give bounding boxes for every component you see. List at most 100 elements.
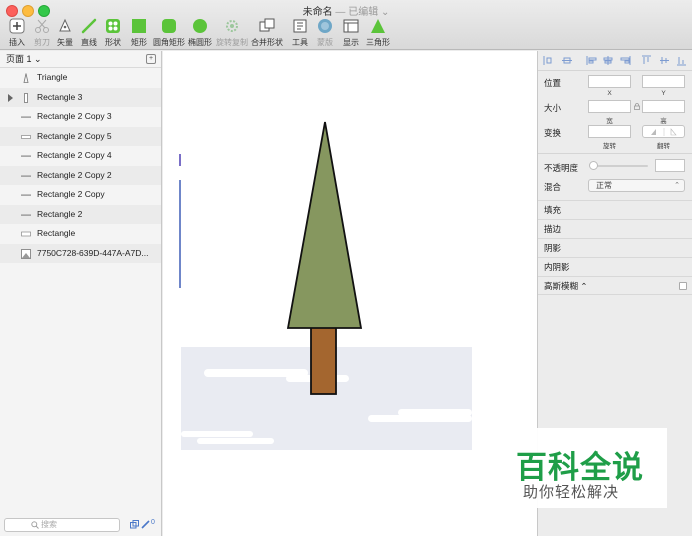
height-label: 高	[660, 118, 667, 125]
border-label: 描边	[544, 224, 562, 234]
line-icon	[21, 214, 31, 216]
lock-ratio-icon[interactable]	[634, 103, 640, 110]
divider	[538, 153, 692, 154]
flip-icon	[651, 128, 677, 136]
width-label: 宽	[606, 118, 613, 125]
document-title: 未命名 — 已编辑 ⌄	[0, 3, 692, 18]
flip-label: 翻转	[657, 143, 670, 150]
add-page-button[interactable]: +	[146, 54, 156, 64]
layer-label: Rectangle 2	[37, 208, 83, 219]
opacity-input[interactable]	[655, 159, 685, 172]
rectangle-icon	[132, 19, 146, 33]
snow-streak[interactable]	[197, 438, 274, 444]
rounded-rectangle-icon	[162, 19, 176, 33]
artboard-drawing	[179, 121, 472, 450]
disclosure-arrow-icon[interactable]	[8, 93, 13, 102]
opacity-slider-track[interactable]	[592, 165, 648, 167]
x-position-input[interactable]	[588, 75, 631, 88]
rotation-input[interactable]	[588, 125, 631, 138]
line-icon	[21, 194, 31, 196]
copy-layer-icon[interactable]	[130, 520, 139, 529]
blend-mode-value: 正常	[596, 181, 612, 190]
inner-shadow-label: 内阴影	[544, 262, 570, 272]
shadow-label: 阴影	[544, 243, 562, 253]
line-icon	[21, 116, 31, 118]
layer-label: Rectangle 3	[37, 91, 83, 102]
layer-label: Rectangle 2 Copy 2	[37, 169, 112, 180]
layer-row-rectangle-2-copy-4[interactable]: Rectangle 2 Copy 4	[0, 146, 161, 166]
display-icon	[343, 19, 359, 33]
layer-row-rectangle-3[interactable]: Rectangle 3	[0, 87, 161, 107]
rect-thin-icon	[21, 231, 31, 237]
layer-list: Triangle Rectangle 3 Rectangle 2 Copy 3 …	[0, 68, 161, 263]
x-label: X	[607, 90, 612, 97]
line-icon	[81, 18, 97, 34]
layer-row-triangle[interactable]: Triangle	[0, 68, 161, 88]
line-icon	[21, 155, 31, 157]
mask-icon	[318, 19, 332, 33]
tree-trunk[interactable]	[310, 325, 337, 395]
blend-mode-select[interactable]: 正常 ⌃	[588, 179, 685, 192]
width-input[interactable]	[588, 100, 631, 113]
selection-edge[interactable]	[179, 180, 181, 288]
triangle-tool[interactable]: 三角形	[361, 18, 395, 48]
search-placeholder: 搜索	[41, 520, 57, 529]
selection-handle[interactable]	[179, 154, 181, 166]
opacity-slider-knob[interactable]	[589, 161, 598, 170]
snow-streak[interactable]	[368, 415, 472, 422]
document-name: 未命名	[302, 7, 333, 18]
layer-label: Rectangle 2 Copy 5	[37, 130, 112, 141]
blend-label: 混合	[544, 182, 562, 192]
layer-label: Rectangle 2 Copy 3	[37, 111, 112, 121]
size-label: 大小	[544, 103, 562, 113]
plus-icon	[9, 18, 25, 34]
fill-label: 填充	[544, 205, 562, 215]
opacity-label: 不透明度	[544, 163, 579, 173]
layer-row-rectangle-2[interactable]: Rectangle 2	[0, 204, 161, 224]
watermark-logo: 百科全说 助你轻松解决	[506, 428, 667, 508]
tree-triangle[interactable]	[286, 121, 363, 329]
pen-icon	[59, 18, 71, 32]
layer-row-rectangle[interactable]: Rectangle	[0, 224, 161, 244]
title-bar: 未命名 — 已编辑 ⌄ 插入 剪刀 矢量 直线 形状 矩形 圆角矩形 椭圆形 旋…	[0, 0, 692, 50]
height-input[interactable]	[642, 100, 685, 113]
position-label: 位置	[544, 78, 562, 88]
layer-label: Rectangle 2 Copy 4	[37, 150, 112, 160]
y-position-input[interactable]	[642, 75, 685, 88]
page-selector[interactable]: 页面 1 ⌄ +	[0, 51, 161, 68]
flip-buttons[interactable]	[642, 125, 685, 138]
search-icon	[31, 521, 39, 529]
transform-label: 变换	[544, 128, 562, 138]
layer-row-rectangle-2-copy-2[interactable]: Rectangle 2 Copy 2	[0, 165, 161, 185]
alignment-icons[interactable]	[542, 55, 690, 66]
snow-streak[interactable]	[398, 409, 472, 416]
rect-thin-icon	[21, 134, 31, 139]
line-icon	[21, 175, 31, 177]
slice-knife-icon[interactable]	[141, 520, 150, 529]
layer-search-input[interactable]: 搜索	[4, 518, 120, 532]
design-canvas[interactable]	[163, 51, 537, 536]
layer-row-rectangle-2-copy[interactable]: Rectangle 2 Copy	[0, 185, 161, 205]
layer-label: Rectangle	[37, 228, 76, 238]
combine-shapes-icon	[259, 18, 275, 32]
triangle-label: 三角形	[366, 38, 390, 47]
page-name[interactable]: 页面 1 ⌄	[6, 54, 42, 64]
layer-row-rectangle-2-copy-3[interactable]: Rectangle 2 Copy 3	[0, 107, 161, 127]
gaussian-blur-checkbox[interactable]	[679, 282, 687, 290]
layer-label: Triangle	[37, 72, 68, 82]
layer-row-image[interactable]: 7750C728-639D-447A-A7D...	[0, 243, 161, 263]
rotate-copy-icon	[226, 20, 238, 32]
fill-section[interactable]: 填充	[538, 200, 692, 219]
gaussian-blur-section[interactable]: 高斯模糊 ⌃	[538, 276, 692, 295]
border-section[interactable]: 描边	[538, 219, 692, 238]
layer-panel-footer: 0	[130, 519, 160, 531]
snow-streak[interactable]	[181, 431, 253, 437]
rotate-label: 旋转	[603, 143, 616, 150]
gaussian-blur-label[interactable]: 高斯模糊 ⌃	[544, 281, 587, 291]
triangle-icon	[23, 73, 29, 83]
layer-label: 7750C728-639D-447A-A7D...	[37, 247, 149, 258]
layer-row-rectangle-2-copy-5[interactable]: Rectangle 2 Copy 5	[0, 126, 161, 146]
document-status[interactable]: — 已编辑 ⌄	[335, 7, 389, 18]
shadow-section[interactable]: 阴影	[538, 238, 692, 257]
inner-shadow-section[interactable]: 内阴影	[538, 257, 692, 276]
